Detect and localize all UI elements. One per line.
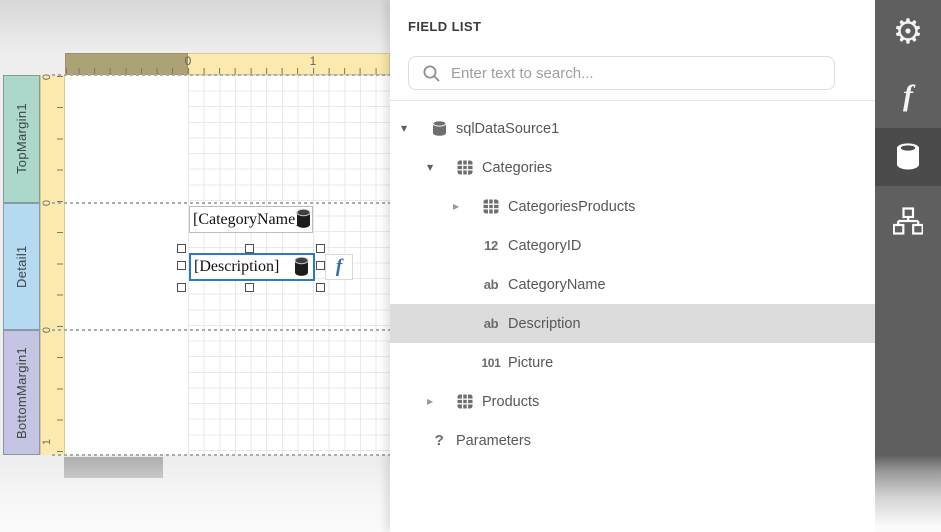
ruler-number: 0 — [185, 54, 192, 68]
question-icon: ? — [428, 432, 450, 449]
band-bottom-margin[interactable]: BottomMargin1 — [3, 330, 40, 455]
expander-collapsed-icon[interactable] — [424, 397, 454, 406]
text-field-icon: ab — [480, 277, 502, 292]
field-list-button[interactable] — [875, 128, 941, 186]
table-icon — [454, 394, 476, 409]
resize-handle-se[interactable] — [316, 283, 325, 292]
band-detail[interactable]: Detail1 — [3, 203, 40, 330]
band-boundary[interactable] — [52, 329, 390, 331]
expander-expanded-icon[interactable] — [398, 124, 428, 133]
expression-button[interactable]: f — [325, 254, 353, 280]
side-toolbar: ⚙ f — [875, 0, 941, 532]
band-boundary[interactable] — [52, 202, 390, 204]
band-boundary[interactable] — [52, 454, 390, 456]
search-box[interactable] — [408, 56, 835, 90]
resize-handle-nw[interactable] — [177, 244, 186, 253]
band-top-margin[interactable]: TopMargin1 — [3, 75, 40, 203]
binary-field-icon: 101 — [480, 356, 502, 370]
database-icon — [296, 208, 311, 230]
report-explorer-button[interactable] — [875, 192, 941, 250]
expander-collapsed-icon[interactable] — [450, 202, 480, 211]
label-control-text: [CategoryName] — [193, 211, 301, 228]
tree-item-categories[interactable]: Categories — [390, 148, 875, 187]
gear-icon: ⚙ — [893, 15, 923, 49]
expressions-button[interactable]: f — [875, 67, 941, 125]
label-control-categoryname[interactable]: [CategoryName] — [189, 206, 313, 233]
design-surface: 0 1 0 0 0 1 TopMargin1 Detail1 BottomMar… — [0, 0, 390, 532]
horizontal-ruler: 0 1 — [65, 53, 390, 75]
tree-item-picture[interactable]: 101 Picture — [390, 343, 875, 382]
resize-handle-e[interactable] — [316, 261, 325, 270]
search-icon — [422, 64, 441, 83]
database-icon — [895, 142, 921, 172]
org-chart-icon — [893, 207, 923, 235]
ruler-number: 1 — [41, 439, 53, 445]
resize-handle-ne[interactable] — [316, 244, 325, 253]
tree-item-categoriesproducts[interactable]: CategoriesProducts — [390, 187, 875, 226]
number-field-icon: 12 — [480, 238, 502, 253]
field-list-panel: FIELD LIST sqlDataSource1 — [390, 0, 875, 532]
tree-item-categoryid[interactable]: 12 CategoryID — [390, 226, 875, 265]
resize-handle-n[interactable] — [245, 244, 254, 253]
tree-item-description[interactable]: ab Description — [390, 304, 875, 343]
table-icon — [480, 199, 502, 214]
horizontal-scrollbar-thumb[interactable] — [64, 457, 163, 478]
tree-item-sqldatasource1[interactable]: sqlDataSource1 — [390, 109, 875, 148]
ruler-number: 1 — [310, 54, 317, 68]
table-icon — [454, 160, 476, 175]
label-control-text: [Description] — [194, 258, 279, 275]
ruler-ticks — [57, 75, 63, 455]
expander-expanded-icon[interactable] — [424, 163, 454, 172]
resize-handle-s[interactable] — [245, 283, 254, 292]
tree-item-parameters[interactable]: ? Parameters — [390, 421, 875, 460]
tree-item-products[interactable]: Products — [390, 382, 875, 421]
properties-button[interactable]: ⚙ — [875, 3, 941, 61]
text-field-icon: ab — [480, 316, 502, 331]
fx-icon: f — [903, 79, 913, 113]
fx-icon: f — [336, 256, 342, 278]
database-icon — [428, 120, 450, 137]
resize-handle-sw[interactable] — [177, 283, 186, 292]
field-list-tree: sqlDataSource1 Categories — [390, 100, 875, 532]
resize-handle-w[interactable] — [177, 261, 186, 270]
band-boundary[interactable] — [52, 74, 390, 76]
label-control-description[interactable]: [Description] — [189, 253, 315, 281]
vertical-ruler: 0 0 0 1 — [40, 75, 65, 455]
report-designer-window: 0 1 0 0 0 1 TopMargin1 Detail1 BottomMar… — [0, 0, 941, 532]
database-icon — [294, 256, 309, 278]
panel-title: FIELD LIST — [408, 19, 481, 34]
search-input[interactable] — [451, 65, 834, 82]
tree-item-categoryname[interactable]: ab CategoryName — [390, 265, 875, 304]
